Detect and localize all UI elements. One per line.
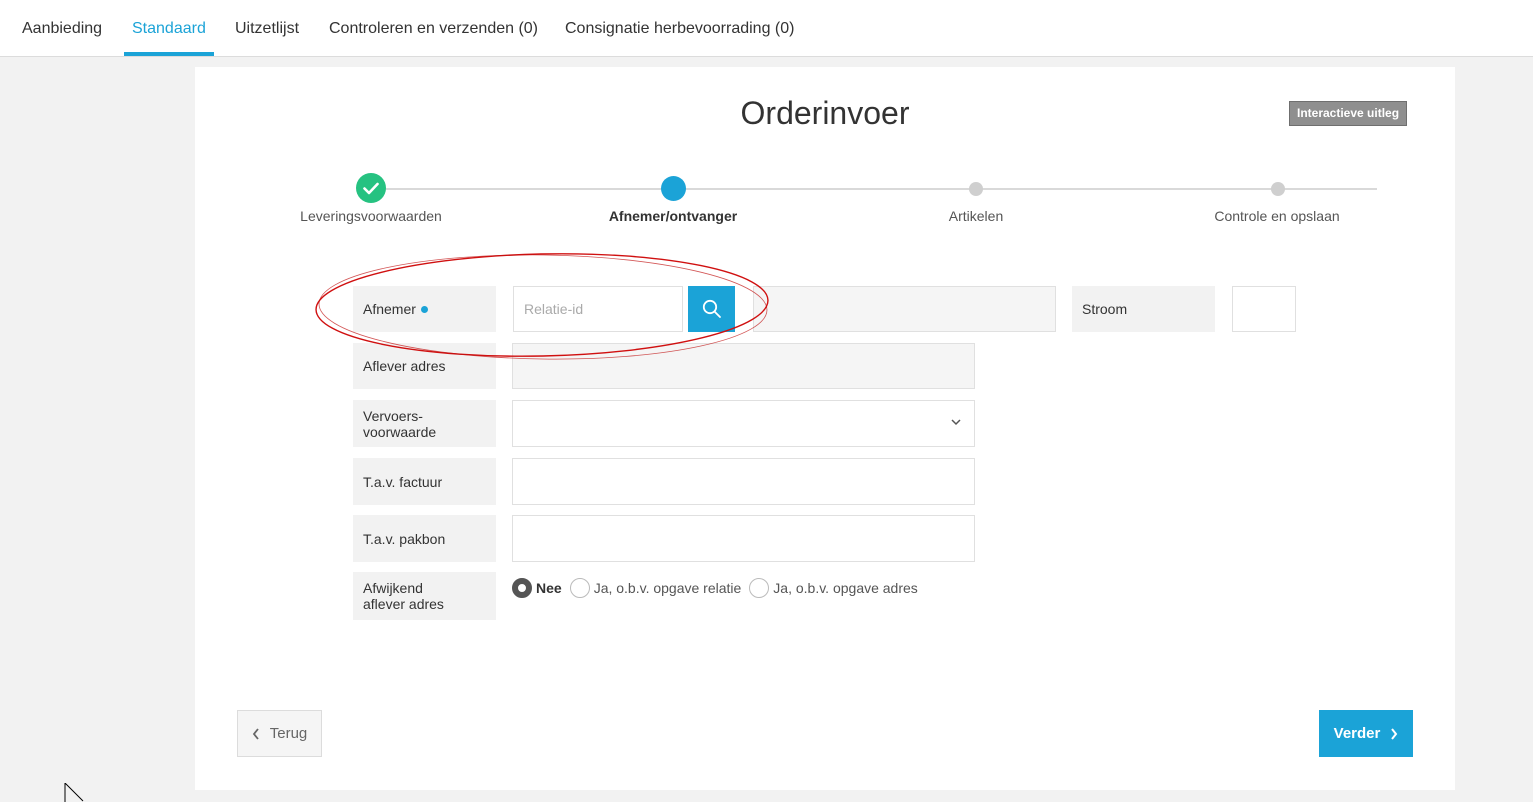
back-button-label: Terug [269,725,308,742]
radio-nee[interactable] [512,578,532,598]
stroom-field[interactable] [1232,286,1296,332]
next-button[interactable]: Verder [1319,710,1413,757]
required-indicator-icon [420,305,428,313]
back-button[interactable]: Terug [237,710,322,757]
step-label-afnemer-ontvanger[interactable]: Afnemer/ontvanger [609,208,737,224]
aflever-adres-field [512,343,975,389]
tav-pakbon-label-text: T.a.v. pakbon [363,530,446,547]
tab-consignatie-herbevoorrading[interactable]: Consignatie herbevoorrading (0) [557,0,802,56]
step-label-controle-en-opslaan[interactable]: Controle en opslaan [1214,208,1339,224]
tab-uitzetlijst[interactable]: Uitzetlijst [227,0,307,56]
tav-factuur-label: T.a.v. factuur [353,458,496,505]
step-done-check-icon [356,173,386,203]
afnemer-label: Afnemer [353,286,496,332]
relatie-id-input[interactable] [513,286,683,332]
aflever-adres-label-text: Aflever adres [363,358,446,374]
afwijkend-label-text: Afwijkend aflever adres [363,580,444,612]
chevron-left-icon [252,727,259,740]
radio-ja-relatie[interactable] [569,578,590,598]
tav-factuur-input[interactable] [512,458,975,505]
vervoers-label-line-2: voorwaarde [363,423,437,440]
chevron-right-icon [1391,727,1398,740]
afwijkend-label-line-1: Afwijkend [363,580,423,596]
top-tab-bar: Aanbieding Standaard Uitzetlijst Control… [0,0,1533,57]
tav-factuur-label-text: T.a.v. factuur [363,473,443,490]
vervoers-label-line-1: Vervoers- [363,407,423,424]
chevron-down-icon [951,419,961,426]
interactive-help-button[interactable]: Interactieve uitleg [1289,101,1408,126]
vervoersvoorwaarde-label-text: Vervoers-voorwaarde [363,408,436,440]
progress-stepper: Leveringsvoorwaarden Afnemer/ontvanger A… [195,172,1455,232]
tav-pakbon-label: T.a.v. pakbon [353,515,496,562]
radio-nee-label[interactable]: Nee [536,580,562,596]
afwijkend-radio-group: Nee Ja, o.b.v. opgave relatie Ja, o.b.v.… [512,577,926,599]
stepper-line [372,188,1377,190]
aflever-adres-label: Aflever adres [353,343,496,389]
step-label-artikelen[interactable]: Artikelen [949,208,1003,224]
relatie-search-button[interactable] [688,286,735,332]
stroom-label: Stroom [1072,286,1215,332]
step-current-dot [661,176,686,201]
afnemer-name-display [753,286,1056,332]
tab-aanbieding[interactable]: Aanbieding [14,0,110,56]
search-icon [702,299,721,318]
tab-controleren-en-verzenden[interactable]: Controleren en verzenden (0) [321,0,546,56]
step-label-leveringsvoorwaarden[interactable]: Leveringsvoorwaarden [300,208,442,224]
radio-ja-adres-label[interactable]: Ja, o.b.v. opgave adres [773,580,918,596]
step-todo-dot [1271,182,1285,196]
tav-pakbon-input[interactable] [512,515,975,562]
vervoersvoorwaarde-select[interactable] [512,400,975,447]
vervoersvoorwaarde-label: Vervoers-voorwaarde [353,400,496,447]
afwijkend-aflever-adres-label: Afwijkend aflever adres [353,572,496,620]
next-button-label: Verder [1333,725,1381,742]
tab-standaard[interactable]: Standaard [124,0,214,56]
afwijkend-label-line-2: aflever adres [363,596,444,612]
page-title: Orderinvoer [740,95,910,131]
mouse-cursor-icon [64,783,84,802]
step-todo-dot [969,182,983,196]
afnemer-label-text: Afnemer [363,301,416,317]
order-entry-card: Orderinvoer Interactieve uitleg Levering… [195,67,1455,790]
radio-ja-adres[interactable] [749,578,770,598]
stroom-label-text: Stroom [1082,301,1128,317]
radio-ja-relatie-label[interactable]: Ja, o.b.v. opgave relatie [594,580,742,596]
